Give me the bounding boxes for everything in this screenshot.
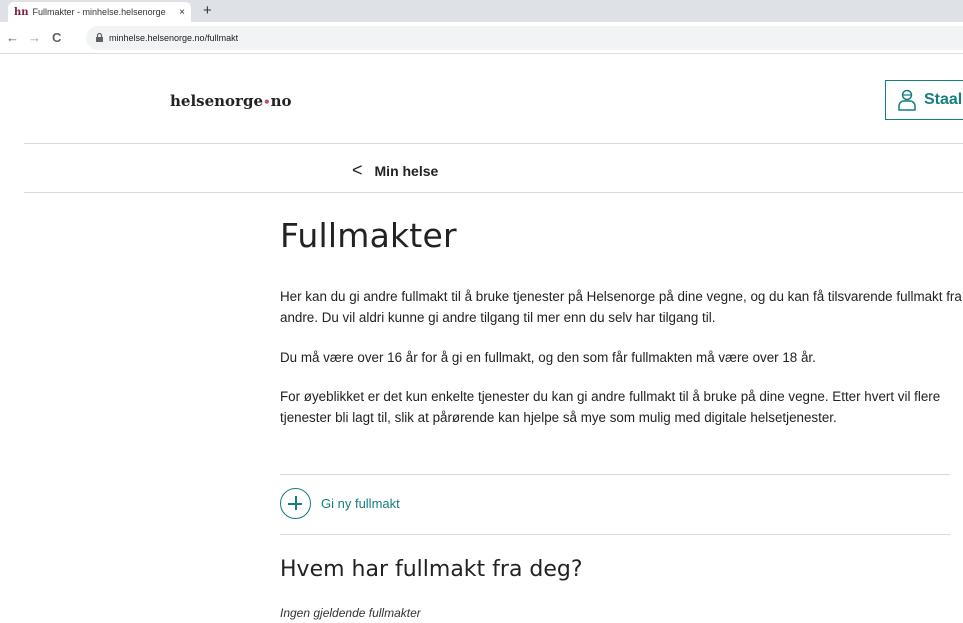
user-icon xyxy=(898,89,916,111)
chevron-left-icon: < xyxy=(352,160,363,180)
intro-paragraph: Her kan du gi andre fullmakt til å bruke… xyxy=(280,289,962,325)
logo-dot: • xyxy=(262,95,271,109)
browser-tab-bar: hn Fullmakter - minhelse.helsenorge × + xyxy=(0,0,963,22)
intro-paragraph: Du må være over 16 år for å gi en fullma… xyxy=(280,350,816,365)
intro-paragraph: For øyeblikket er det kun enkelte tjenes… xyxy=(280,389,941,425)
divider xyxy=(280,474,950,475)
address-bar: ← → C minhelse.helsenorge.no/fullmakt xyxy=(0,22,963,54)
breadcrumb[interactable]: < Min helse xyxy=(352,160,438,181)
reload-icon[interactable]: C xyxy=(52,30,61,45)
divider xyxy=(24,192,963,193)
favicon-icon: hn xyxy=(14,6,29,18)
site-logo[interactable]: helsenorge•no xyxy=(170,92,292,110)
section-title: Hvem har fullmakt fra deg? xyxy=(280,557,583,582)
add-authorization-label: Gi ny fullmakt xyxy=(321,496,400,511)
page-title: Fullmakter xyxy=(280,216,457,255)
divider xyxy=(24,143,963,144)
add-authorization-button[interactable]: Gi ny fullmakt xyxy=(280,488,400,519)
new-tab-button[interactable]: + xyxy=(203,2,212,19)
back-arrow-icon[interactable]: ← xyxy=(6,30,19,45)
logo-text: helsenorge xyxy=(170,92,263,110)
user-name: Staal xyxy=(924,91,963,108)
logo-tld: no xyxy=(270,92,292,110)
user-menu-button[interactable]: Staal xyxy=(885,80,963,120)
forward-arrow-icon[interactable]: → xyxy=(28,30,41,45)
url-text: minhelse.helsenorge.no/fullmakt xyxy=(109,33,239,43)
divider xyxy=(280,534,950,535)
empty-state-text: Ingen gjeldende fullmakter xyxy=(280,606,421,620)
page: helsenorge•no Staal < Min helse Fullmakt… xyxy=(8,54,963,623)
breadcrumb-label: Min helse xyxy=(374,162,439,179)
browser-tab[interactable]: hn Fullmakter - minhelse.helsenorge × xyxy=(8,2,191,22)
site-header: helsenorge•no Staal xyxy=(8,54,963,144)
lock-icon xyxy=(96,32,103,44)
url-input[interactable]: minhelse.helsenorge.no/fullmakt xyxy=(86,26,963,50)
tab-title: Fullmakter - minhelse.helsenorge xyxy=(32,7,166,17)
plus-circle-icon xyxy=(280,488,311,519)
tab-close-icon[interactable]: × xyxy=(179,7,185,18)
main-content: Fullmakter Her kan du gi andre fullmakt … xyxy=(280,216,962,620)
